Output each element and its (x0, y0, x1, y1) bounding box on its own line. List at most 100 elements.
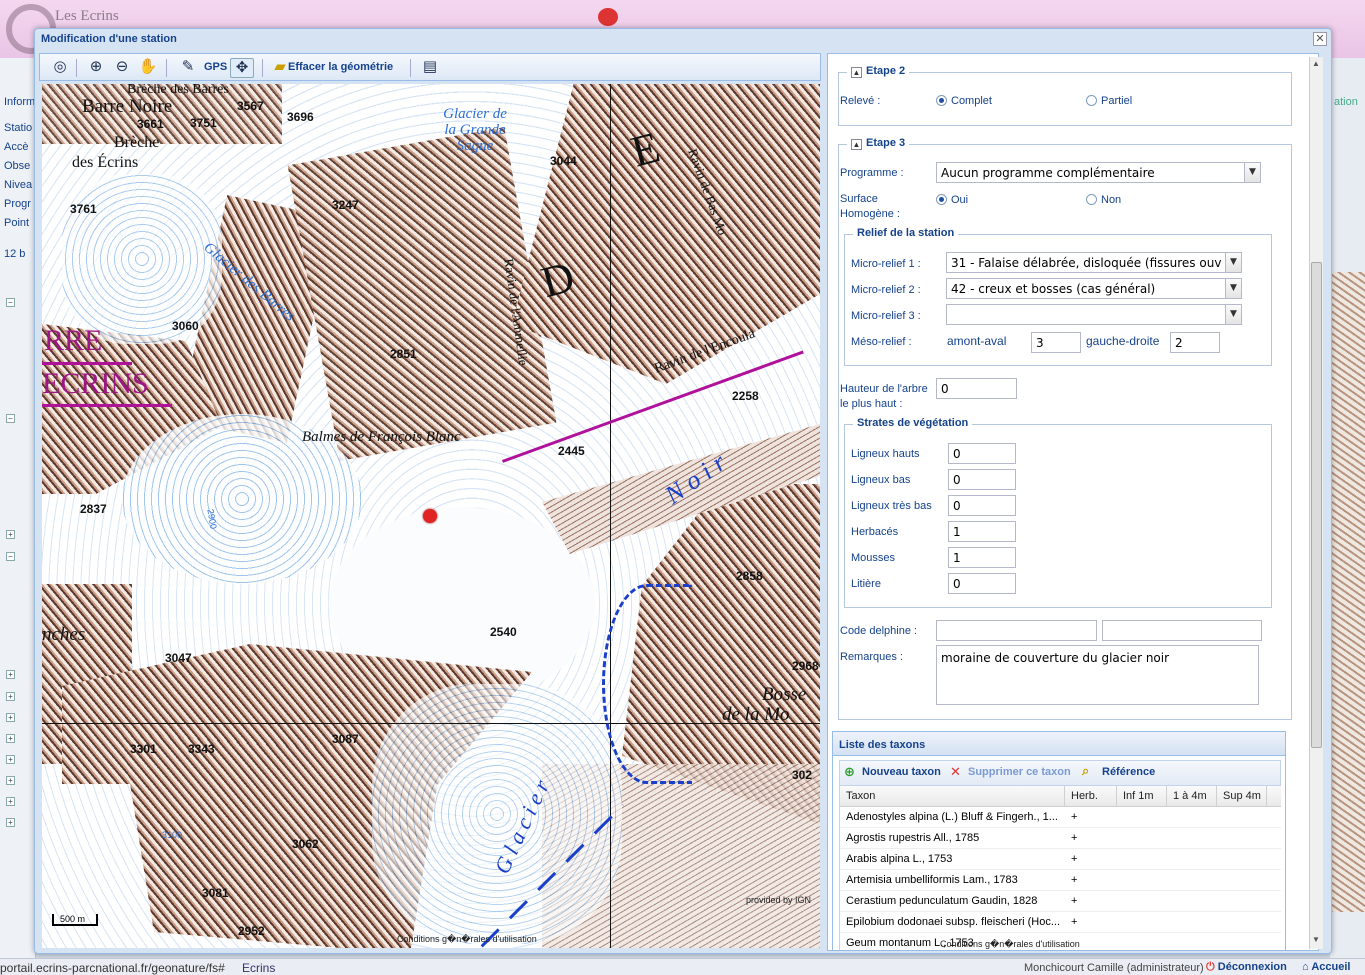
releve-partiel-radio[interactable]: Partiel (1086, 95, 1132, 107)
table-row[interactable]: Cerastium pedunculatum Gaudin, 1828 + (840, 891, 1281, 912)
strate-label: Ligneux très bas (851, 500, 932, 512)
tree-expand-icon[interactable]: + (6, 530, 15, 539)
station-location-marker[interactable] (423, 509, 437, 523)
tree-expand-icon[interactable]: + (6, 776, 15, 785)
releve-complet-radio[interactable]: Complet (936, 95, 992, 107)
surface-non-radio[interactable]: Non (1086, 194, 1121, 206)
strate-input[interactable]: 0 (948, 443, 1016, 464)
column-header[interactable]: Sup 4m (1217, 786, 1267, 806)
hauteur-arbre-input[interactable]: 0 (936, 378, 1017, 399)
left-panel-row[interactable]: Accè (4, 141, 36, 153)
strate-input[interactable]: 1 (948, 521, 1016, 542)
grid-icon[interactable]: ▤ (420, 58, 440, 78)
delete-icon[interactable]: ✕ (950, 764, 961, 780)
status-tab[interactable]: Ecrins (242, 961, 275, 975)
pan-hand-icon[interactable]: ✋ (138, 58, 158, 78)
chevron-down-icon[interactable]: ▼ (1225, 305, 1241, 324)
pencil-icon[interactable]: ✎ (178, 58, 198, 78)
strate-input[interactable]: 1 (948, 547, 1016, 568)
taxa-panel-title: Liste des taxons (833, 732, 1285, 756)
table-row[interactable]: Artemisia umbelliformis Lam., 1783 + (840, 870, 1281, 891)
taxa-grid: Taxon Herb. Inf 1m 1 à 4m Sup 4m Adenost… (839, 786, 1281, 950)
column-header[interactable]: Inf 1m (1117, 786, 1167, 806)
tree-expand-icon[interactable]: + (6, 797, 15, 806)
collapse-icon[interactable]: ▲ (851, 139, 862, 150)
home-button[interactable]: ⌂ Accueil (1302, 961, 1350, 973)
tree-expand-icon[interactable]: + (6, 713, 15, 722)
topographic-map[interactable]: Brèche des Barres Barre Noire Brèche des… (42, 84, 820, 948)
radio-dot[interactable] (936, 194, 947, 205)
tree-expand-icon[interactable]: + (6, 670, 15, 679)
micro-relief-1-select[interactable]: 31 - Falaise délabrée, disloquée (fissur… (946, 252, 1242, 273)
left-panel-row[interactable]: Obse (4, 160, 36, 172)
reference-button[interactable]: Référence (1102, 766, 1155, 778)
column-header[interactable]: Herb. (1065, 786, 1117, 806)
strate-input[interactable]: 0 (948, 573, 1016, 594)
map-scale-bar: 500 m (52, 914, 98, 926)
etape2-legend[interactable]: ▲ Etape 2 (847, 65, 910, 78)
table-row[interactable]: Arabis alpina L., 1753 + (840, 849, 1281, 870)
radio-dot[interactable] (936, 95, 947, 106)
left-panel-row[interactable]: Point (4, 217, 36, 229)
etape3-legend[interactable]: ▲ Etape 3 (847, 137, 910, 150)
scrollbar-thumb[interactable] (1311, 262, 1322, 748)
move-icon[interactable]: ✥ (230, 58, 254, 78)
tree-expand-icon[interactable]: + (6, 734, 15, 743)
table-row[interactable]: Agrostis rupestris All., 1785 + (840, 828, 1281, 849)
radio-dot[interactable] (1086, 194, 1097, 205)
collapse-icon[interactable]: ▲ (851, 67, 862, 78)
background-map-fragment (1330, 272, 1365, 912)
strate-label: Ligneux hauts (851, 448, 920, 460)
strate-input[interactable]: 0 (948, 469, 1016, 490)
micro-relief-2-select[interactable]: 42 - creux et bosses (cas général) ▼ (946, 278, 1242, 299)
strate-input[interactable]: 0 (948, 495, 1016, 516)
eraser-icon[interactable]: ▰ (270, 58, 290, 78)
add-icon[interactable]: ⊕ (844, 764, 855, 780)
column-header[interactable]: Taxon (840, 786, 1065, 806)
table-row[interactable]: Geum montanum L., 1753 Conditions g�n�ral… (840, 933, 1281, 950)
close-icon[interactable]: ✕ (1313, 32, 1327, 46)
tree-expand-icon[interactable]: − (6, 552, 15, 561)
background-tab-fragment[interactable]: ation (1334, 96, 1358, 108)
delete-taxon-button[interactable]: Supprimer ce taxon (968, 766, 1071, 778)
table-row[interactable]: Epilobium dodonaei subsp. fleischeri (Ho… (840, 912, 1281, 933)
tree-expand-icon[interactable]: + (6, 755, 15, 764)
zoom-out-icon[interactable]: ⊖ (112, 58, 132, 78)
erase-geometry-button[interactable]: Effacer la géométrie (288, 61, 393, 73)
tree-expand-icon[interactable]: + (6, 692, 15, 701)
remarques-textarea[interactable]: moraine de couverture du glacier noir (936, 645, 1259, 705)
code-delphine-input[interactable] (936, 620, 1097, 641)
programme-select[interactable]: Aucun programme complémentaire ▼ (936, 162, 1261, 183)
table-row[interactable]: Adenostyles alpina (L.) Bluff & Fingerh.… (840, 807, 1281, 828)
surface-oui-radio[interactable]: Oui (936, 194, 968, 206)
chevron-down-icon[interactable]: ▼ (1225, 253, 1241, 272)
chevron-down-icon[interactable]: ▼ (1244, 163, 1260, 182)
zoom-extent-icon[interactable]: ◎ (50, 58, 70, 78)
micro-relief-2-label: Micro-relief 2 : (851, 284, 921, 296)
logout-button[interactable]: ⏻ Déconnexion (1206, 961, 1287, 974)
column-header[interactable]: 1 à 4m (1167, 786, 1217, 806)
form-scrollbar[interactable]: ▲ ▼ (1309, 57, 1323, 949)
tree-expand-icon[interactable]: + (6, 818, 15, 827)
left-panel-row[interactable]: Statio (4, 122, 36, 134)
toolbar-separator (262, 59, 263, 77)
gauche-droite-input[interactable]: 2 (1170, 332, 1220, 353)
surface-label: Homogène : (840, 208, 900, 220)
map-conditions-link[interactable]: Conditions g�n�rales d'utilisation (397, 934, 537, 945)
amont-aval-input[interactable]: 3 (1031, 332, 1081, 353)
code-delphine-input-2[interactable] (1102, 620, 1262, 641)
gps-button[interactable]: GPS (204, 61, 227, 73)
tree-expand-icon[interactable]: − (6, 414, 15, 423)
left-panel-row[interactable]: Progr (4, 198, 36, 210)
new-taxon-button[interactable]: Nouveau taxon (862, 766, 941, 778)
scroll-up-icon[interactable]: ▲ (1312, 59, 1320, 68)
left-panel-row[interactable]: Nivea (4, 179, 36, 191)
zoom-in-icon[interactable]: ⊕ (86, 58, 106, 78)
radio-dot[interactable] (1086, 95, 1097, 106)
scroll-down-icon[interactable]: ▼ (1312, 935, 1320, 944)
elevation-label: 2968 (792, 659, 819, 673)
tree-expand-icon[interactable]: − (6, 298, 15, 307)
search-icon[interactable]: ⌕ (1082, 763, 1089, 779)
micro-relief-3-select[interactable]: ▼ (946, 304, 1242, 325)
chevron-down-icon[interactable]: ▼ (1225, 279, 1241, 298)
